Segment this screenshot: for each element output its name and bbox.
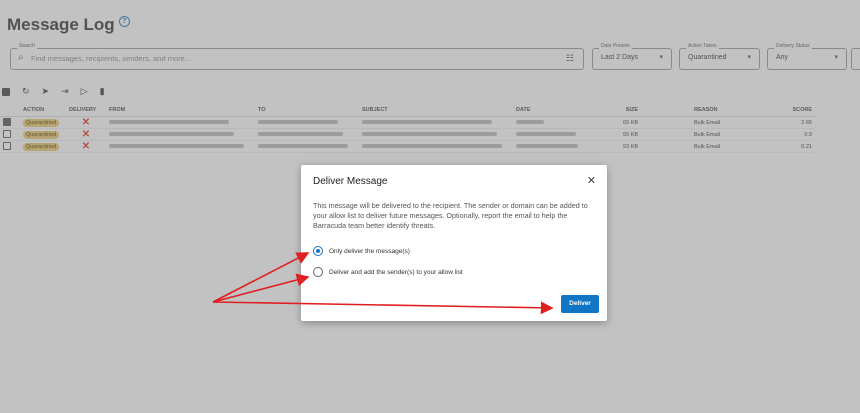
annotation-arrows <box>212 252 554 315</box>
arrow-to-option-1 <box>212 252 310 303</box>
arrow-to-deliver-button <box>212 301 554 315</box>
arrow-to-option-2 <box>212 273 310 303</box>
